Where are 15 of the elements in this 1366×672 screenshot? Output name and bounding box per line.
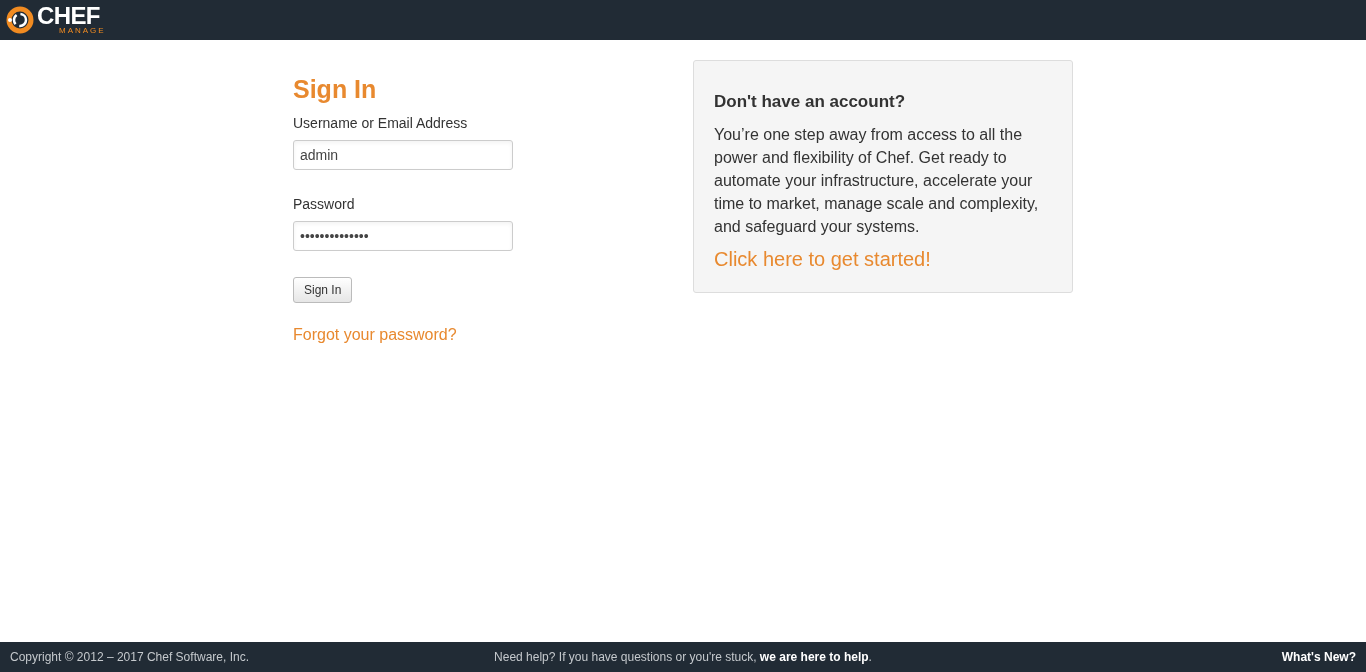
input-field[interactable]: ••••••••••••••: [293, 221, 513, 251]
logo-icon: [5, 6, 35, 34]
input-field[interactable]: admin: [293, 140, 513, 170]
help-link[interactable]: we are here to help: [759, 650, 869, 664]
panel-heading: Don't have an account?: [714, 91, 907, 113]
field-label: Password: [293, 195, 356, 214]
whats-new-link[interactable]: What's New?: [1281, 648, 1356, 666]
copyright-text: Copyright © 2012 – 2017 Chef Software, Inc.: [10, 649, 250, 666]
sign-in-button[interactable]: Sign In: [293, 277, 353, 303]
help-text: Need help? If you have questions or you're stuck, we are here to help.: [494, 649, 872, 666]
field-label: Username or Email Address: [293, 114, 469, 133]
logo-subtitle: MANAGE: [58, 27, 106, 35]
panel-text: You’re one step away from access to all the power and flexibility of Chef. Get ready to automate your infrastructure, accelerate your time to market, manage scale and complexity, and safeguard your systems.: [714, 124, 1040, 237]
page-title: Sign In: [293, 74, 378, 104]
logo-wordmark: CHEF: [37, 5, 100, 27]
